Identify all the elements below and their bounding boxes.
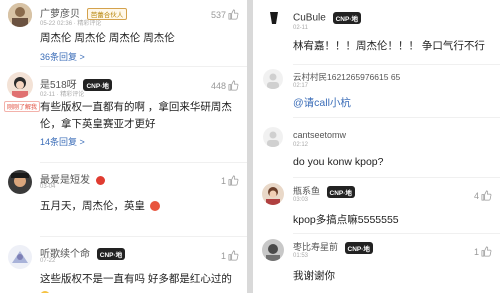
username-text: 枣比寿星前 (293, 242, 339, 252)
user-tag: 刚刚了解我 (4, 101, 41, 112)
like-button[interactable]: 448 (211, 80, 239, 91)
like-count: 4 (473, 190, 479, 201)
comment-username[interactable]: CuBule CNP·地 (293, 12, 361, 24)
comment-username[interactable]: cantseetomw (293, 130, 346, 140)
comment-item: 听歌续个命 CNP·地 07-22 1 这些版权不是一直有吗 好多都是红心过的 (0, 240, 247, 293)
comment-text: 我谢谢你 (293, 268, 473, 285)
like-count: 537 (210, 9, 226, 20)
avatar[interactable] (267, 11, 281, 25)
view-replies-link[interactable]: 36条回复 > (40, 50, 85, 63)
comment-text: kpop多搞点嘛5555555 (293, 212, 473, 229)
comment-text-content: 我谢谢你 (293, 270, 335, 282)
comment-text-content: 周杰伦 周杰伦 周杰伦 周杰伦 (40, 32, 175, 44)
like-button[interactable]: 1 (221, 175, 239, 186)
thumb-up-icon (228, 175, 239, 186)
comment-text-content: kpop多搞点嘛5555555 (293, 214, 399, 226)
thumb-up-icon (481, 190, 492, 201)
avatar[interactable] (7, 72, 33, 98)
comment-item: 瓶系鱼 CNP·地 03:03 4 kpop多搞点嘛5555555 (253, 179, 500, 234)
comment-text: 有些版权一直都有的啊 ，拿回来华研周杰伦，拿下英皇赛亚才更好 (40, 99, 235, 133)
like-button[interactable]: 1 (221, 250, 239, 261)
vip-badge: CNP·地 (96, 248, 126, 261)
comment-text-content: 林宥嘉！！！周杰伦！！！ 争口气行不行 (293, 40, 485, 52)
right-comment-panel: CuBule CNP·地 02-11 林宥嘉！！！周杰伦！！！ 争口气行不行 云… (253, 0, 500, 293)
comment-item: 云村村民1621265976615 65 02:17 @请call小杭 (253, 66, 500, 116)
comment-item: 刚刚了解我 是518呀 CNP·地 02-11 · 精彩评论 448 有些版权一… (0, 68, 247, 158)
emoji-icon (149, 201, 160, 212)
comment-text-content: 有些版权一直都有的啊 ，拿回来华研周杰伦，拿下英皇赛亚才更好 (40, 101, 232, 130)
comment-item: 枣比寿星前 CNP·地 01:53 1 我谢谢你 (253, 235, 500, 293)
avatar[interactable] (263, 69, 283, 89)
thumb-up-icon (228, 9, 239, 20)
divider (293, 64, 500, 65)
avatar[interactable] (263, 127, 283, 147)
avatar[interactable] (8, 3, 32, 27)
comment-meta: 03-04 (40, 184, 56, 190)
comment-text-content: 这些版权不是一直有吗 好多都是红心过的 (40, 273, 232, 285)
thumb-up-icon (481, 246, 492, 257)
vip-badge: CNP·地 (326, 185, 355, 198)
comment-meta: 01:53 (293, 253, 309, 259)
comment-meta: 07-22 (40, 258, 56, 264)
comment-text-content: do you konw kpop? (293, 156, 384, 168)
comment-meta: 02-11 (293, 25, 308, 31)
comment-text-content: 五月天，周杰伦，英皇 (40, 200, 145, 212)
username-text: CuBule (293, 12, 326, 24)
like-button[interactable]: 1 (474, 246, 492, 257)
comment-meta: 02:12 (293, 142, 309, 148)
comment-username[interactable]: 瓶系鱼 CNP·地 (293, 184, 355, 198)
divider (293, 117, 500, 118)
like-button[interactable]: 537 (211, 9, 239, 20)
like-count: 1 (220, 175, 226, 186)
divider (40, 236, 247, 237)
divider (293, 233, 500, 234)
comment-text: do you konw kpop? (293, 154, 473, 171)
avatar[interactable] (8, 170, 32, 194)
comment-meta: 02:17 (293, 83, 309, 89)
like-count: 448 (210, 80, 226, 91)
thumb-up-icon (228, 80, 239, 91)
mention-link[interactable]: @请call小杭 (293, 97, 351, 109)
like-count: 1 (220, 250, 226, 261)
comment-item: cantseetomw 02:12 do you konw kpop? (253, 120, 500, 175)
comment-item: 最爱是短发 03-04 1 五月天，周杰伦，英皇 (0, 164, 247, 244)
thumb-up-icon (228, 250, 239, 261)
comment-item: CuBule CNP·地 02-11 林宥嘉！！！周杰伦！！！ 争口气行不行 (253, 0, 500, 60)
divider (40, 66, 247, 67)
comment-meta: 03:03 (293, 197, 309, 203)
comment-text: 这些版权不是一直有吗 好多都是红心过的 (40, 271, 240, 293)
comment-text: 林宥嘉！！！周杰伦！！！ 争口气行不行 (293, 38, 493, 55)
comment-text: 五月天，周杰伦，英皇 (40, 198, 220, 215)
like-button[interactable]: 4 (474, 190, 492, 201)
comment-item: 广萝彦贝 芭蕾合伙人 05-22 02:36 · 精彩评论 537 周杰伦 周杰… (0, 0, 247, 68)
comment-meta: 05-22 02:36 · 精彩评论 (40, 21, 102, 27)
left-comment-panel: 广萝彦贝 芭蕾合伙人 05-22 02:36 · 精彩评论 537 周杰伦 周杰… (0, 0, 247, 293)
vip-badge: CNP·地 (83, 79, 112, 92)
divider (293, 177, 500, 178)
divider (40, 162, 247, 163)
red-badge-icon (95, 175, 105, 185)
avatar[interactable] (8, 245, 32, 269)
comment-meta: 02-11 · 精彩评论 (40, 92, 85, 98)
vip-badge: CNP·地 (344, 241, 373, 254)
comment-username[interactable]: 云村村民1621265976615 65 (293, 71, 400, 83)
avatar[interactable] (262, 183, 284, 205)
like-count: 1 (473, 246, 479, 257)
username-text: 瓶系鱼 (293, 186, 321, 196)
comment-username[interactable]: 枣比寿星前 CNP·地 (293, 240, 373, 254)
comment-text: @请call小杭 (293, 95, 473, 112)
vip-badge: CNP·地 (332, 12, 361, 24)
avatar[interactable] (262, 239, 284, 261)
comment-text: 周杰伦 周杰伦 周杰伦 周杰伦 (40, 30, 220, 47)
view-replies-link[interactable]: 14条回复 > (40, 135, 85, 148)
